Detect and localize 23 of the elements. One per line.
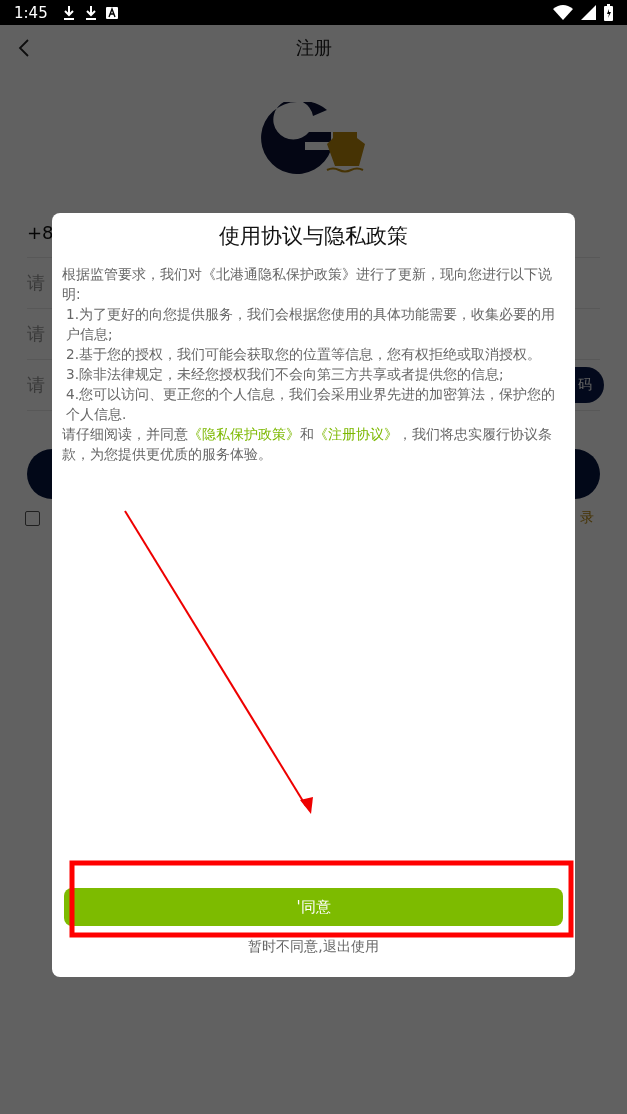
- policy-link[interactable]: 《隐私保护政策》: [188, 426, 300, 442]
- agree-button[interactable]: '同意: [64, 888, 563, 926]
- policy-paragraph: 2.基于您的授权，我们可能会获取您的位置等信息，您有权拒绝或取消授权。: [65, 345, 542, 364]
- download-icon: [61, 4, 76, 21]
- status-time: 1:45: [14, 3, 48, 22]
- policy-paragraph: 3.除非法律规定，未经您授权我们不会向第三方共享或者提供您的信息;: [65, 365, 505, 384]
- download-icon: [83, 4, 98, 21]
- wifi-icon: [553, 5, 573, 20]
- page-title: 注册: [295, 36, 332, 60]
- font-icon: [105, 6, 118, 19]
- decline-link[interactable]: 暂时不同意,退出使用: [248, 938, 379, 956]
- back-icon[interactable]: [18, 39, 30, 57]
- signal-icon: [581, 5, 596, 20]
- policy-paragraph: 4.您可以访问、更正您的个人信息，我们会采用业界先进的加密算法，保护您的个人信息.: [65, 385, 556, 424]
- checkbox[interactable]: [25, 510, 40, 526]
- policy-link[interactable]: 《注册协议》: [314, 426, 398, 442]
- policy-paragraph: 1.为了更好的向您提供服务，我们会根据您使用的具体功能需要，收集必要的用户信息;: [65, 305, 556, 344]
- policy-paragraph: 根据监管要求，我们对《北港通隐私保护政策》进行了更新，现向您进行以下说明:: [62, 265, 553, 304]
- battery-icon: [604, 4, 613, 21]
- phone-prefix: +8: [27, 221, 54, 243]
- dialog-title: 使用协议与隐私政策: [219, 223, 408, 250]
- policy-paragraph: 请仔细阅读，并同意《隐私保护政策》和《注册协议》，我们将忠实履行协议条款，为您提供更优质的服务体验。: [62, 425, 553, 464]
- login-link[interactable]: 录: [580, 509, 594, 527]
